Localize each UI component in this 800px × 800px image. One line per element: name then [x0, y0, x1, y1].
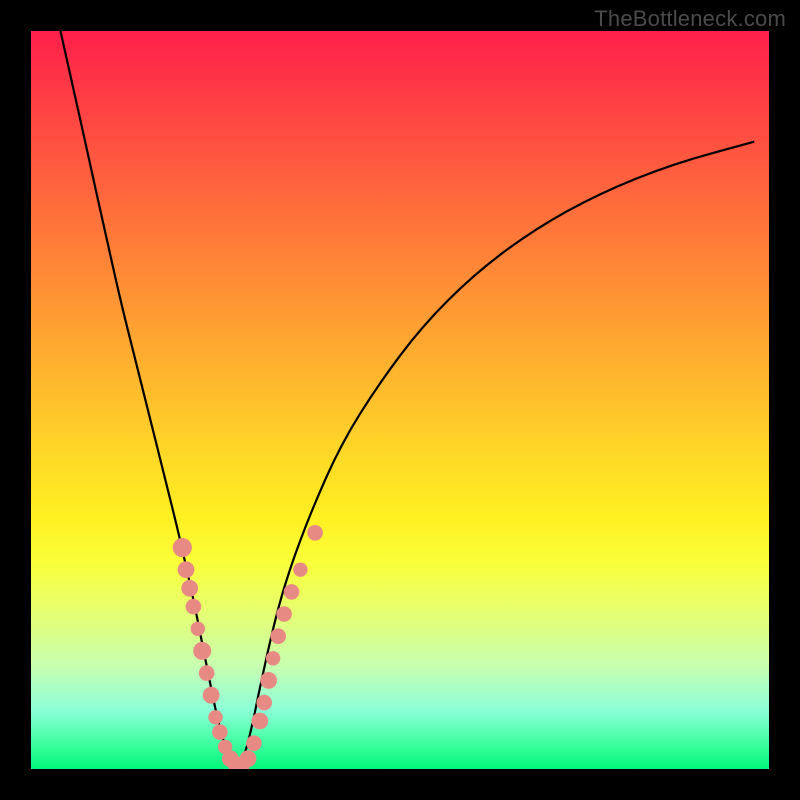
marker-dot: [251, 713, 268, 730]
marker-dot: [181, 580, 198, 597]
marker-dot: [203, 687, 220, 704]
marker-dot: [260, 672, 277, 689]
marker-dot: [284, 584, 300, 600]
bottleneck-curve: [61, 31, 755, 767]
chart-frame: TheBottleneck.com: [0, 0, 800, 800]
marker-dot: [266, 651, 280, 665]
marker-dot: [178, 561, 195, 578]
marker-dot: [186, 599, 202, 615]
marker-dot: [173, 538, 192, 557]
marker-dot: [293, 563, 307, 577]
marker-dot: [307, 525, 323, 541]
marker-dot: [193, 642, 211, 660]
marker-dot: [199, 665, 215, 681]
marker-dot: [270, 628, 286, 644]
marker-dot: [208, 710, 222, 724]
plot-area: [31, 31, 769, 769]
marker-group: [173, 525, 323, 769]
marker-dot: [212, 724, 228, 740]
marker-dot: [246, 735, 262, 751]
marker-dot: [191, 622, 205, 636]
marker-dot: [256, 695, 272, 711]
watermark-text: TheBottleneck.com: [594, 6, 786, 32]
marker-dot: [240, 750, 257, 767]
marker-dot: [276, 606, 292, 622]
chart-svg: [31, 31, 769, 769]
